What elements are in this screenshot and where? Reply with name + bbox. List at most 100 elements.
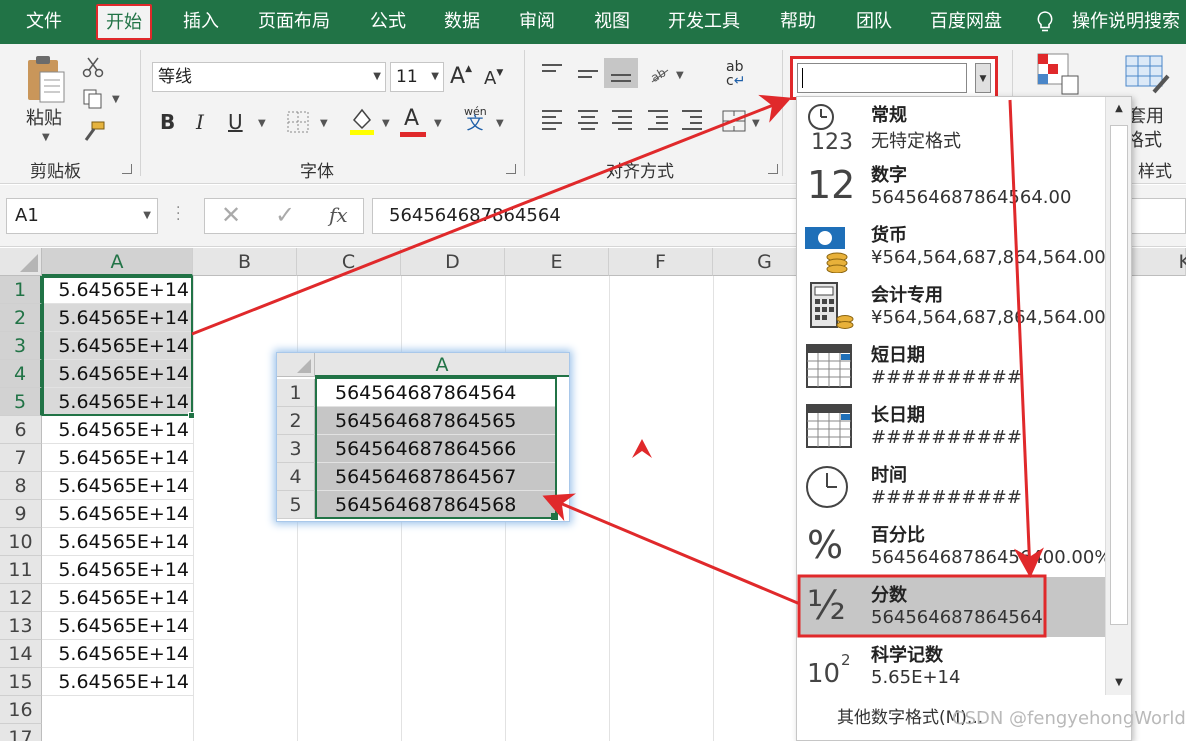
tab-team[interactable]: 团队 bbox=[856, 0, 892, 44]
fill-color-dropdown[interactable]: ▼ bbox=[382, 118, 390, 129]
borders-dropdown[interactable]: ▼ bbox=[320, 118, 328, 129]
cell-a[interactable]: 5.64565E+14 bbox=[42, 612, 193, 640]
insert-function-icon[interactable]: fx bbox=[329, 203, 348, 227]
column-header-a[interactable]: A bbox=[42, 248, 193, 276]
phonetic-dropdown[interactable]: ▼ bbox=[496, 118, 504, 129]
cell-a[interactable]: 5.64565E+14 bbox=[42, 556, 193, 584]
column-header-d[interactable]: D bbox=[401, 248, 505, 276]
column-header-c[interactable]: C bbox=[297, 248, 401, 276]
column-header-e[interactable]: E bbox=[505, 248, 609, 276]
tab-home[interactable]: 开始 bbox=[96, 4, 152, 40]
copy-dropdown[interactable]: ▼ bbox=[112, 94, 120, 105]
tab-file[interactable]: 文件 bbox=[26, 0, 62, 44]
font-name-combo[interactable]: 等线 ▼ bbox=[152, 62, 386, 92]
cell-a[interactable]: 5.64565E+14 bbox=[42, 444, 193, 472]
cell-a[interactable]: 5.64565E+14 bbox=[42, 584, 193, 612]
row-header[interactable]: 4 bbox=[0, 360, 42, 388]
font-launcher-icon[interactable] bbox=[506, 164, 516, 174]
row-header[interactable]: 1 bbox=[0, 276, 42, 304]
format-item[interactable]: ½ 分数 564564687864564 bbox=[799, 577, 1105, 637]
row-header[interactable]: 17 bbox=[0, 724, 42, 741]
underline-dropdown[interactable]: ▼ bbox=[258, 118, 266, 129]
name-box[interactable]: A1 ▼ bbox=[6, 198, 158, 234]
row-header[interactable]: 15 bbox=[0, 668, 42, 696]
tell-me-search[interactable]: 操作说明搜索 bbox=[1072, 0, 1180, 44]
tab-baidu-netdisk[interactable]: 百度网盘 bbox=[930, 0, 1002, 44]
row-header[interactable]: 6 bbox=[0, 416, 42, 444]
column-header-b[interactable]: B bbox=[193, 248, 297, 276]
cell-a[interactable]: 5.64565E+14 bbox=[42, 640, 193, 668]
fill-color-icon[interactable] bbox=[348, 106, 376, 136]
fill-handle[interactable] bbox=[188, 412, 195, 419]
merge-center-icon[interactable] bbox=[722, 110, 746, 132]
font-color-button[interactable]: A bbox=[404, 106, 419, 131]
number-format-combo[interactable]: ▼ bbox=[790, 56, 998, 100]
tab-formulas[interactable]: 公式 bbox=[370, 0, 406, 44]
tab-page-layout[interactable]: 页面布局 bbox=[258, 0, 330, 44]
tab-developer[interactable]: 开发工具 bbox=[668, 0, 740, 44]
enter-icon[interactable]: ✓ bbox=[275, 201, 295, 229]
row-header[interactable]: 5 bbox=[0, 388, 42, 416]
format-item[interactable]: 长日期 ########## bbox=[799, 397, 1105, 457]
cancel-icon[interactable]: ✕ bbox=[221, 201, 241, 229]
phonetic-guide-button[interactable]: wén 文 bbox=[464, 106, 487, 133]
scroll-up-icon[interactable]: ▲ bbox=[1106, 97, 1132, 121]
dropdown-scrollbar[interactable]: ▲ ▼ bbox=[1105, 97, 1131, 695]
shrink-font-button[interactable]: A▼ bbox=[484, 68, 503, 89]
row-header[interactable]: 9 bbox=[0, 500, 42, 528]
font-color-dropdown[interactable]: ▼ bbox=[434, 118, 442, 129]
tab-insert[interactable]: 插入 bbox=[183, 0, 219, 44]
row-header[interactable]: 8 bbox=[0, 472, 42, 500]
format-as-table-label1[interactable]: 套用 bbox=[1128, 102, 1164, 128]
scroll-down-icon[interactable]: ▼ bbox=[1106, 671, 1132, 695]
bottom-align-button[interactable] bbox=[604, 58, 638, 88]
copy-icon[interactable] bbox=[82, 88, 104, 110]
format-item[interactable]: 123 常规 无特定格式 bbox=[799, 97, 1105, 157]
borders-icon[interactable] bbox=[286, 110, 310, 134]
paste-label[interactable]: 粘贴 bbox=[26, 104, 62, 130]
cell-a[interactable]: 5.64565E+14 bbox=[42, 500, 193, 528]
alignment-launcher-icon[interactable] bbox=[768, 164, 778, 174]
row-header[interactable]: 2 bbox=[0, 304, 42, 332]
cell-a[interactable]: 5.64565E+14 bbox=[42, 472, 193, 500]
cell-a[interactable]: 5.64565E+14 bbox=[42, 528, 193, 556]
format-item[interactable]: 12 数字 564564687864564.00 bbox=[799, 157, 1105, 217]
clipboard-launcher-icon[interactable] bbox=[122, 164, 132, 174]
format-item[interactable]: % 百分比 56456468786456400.00% bbox=[799, 517, 1111, 577]
tab-view[interactable]: 视图 bbox=[594, 0, 630, 44]
underline-button[interactable]: U bbox=[228, 110, 243, 134]
bold-button[interactable]: B bbox=[160, 110, 175, 134]
format-item[interactable]: 会计专用 ¥564,564,687,864,564.00 bbox=[799, 277, 1106, 337]
cell-a[interactable]: 5.64565E+14 bbox=[42, 668, 193, 696]
format-item[interactable]: 时间 ########## bbox=[799, 457, 1105, 517]
select-all-button[interactable] bbox=[0, 248, 42, 276]
scroll-thumb[interactable] bbox=[1110, 125, 1128, 625]
chevron-down-icon[interactable]: ▼ bbox=[975, 63, 991, 93]
format-painter-icon[interactable] bbox=[82, 120, 106, 142]
number-format-input[interactable] bbox=[797, 63, 967, 93]
format-as-table-icon[interactable] bbox=[1124, 54, 1172, 96]
paste-dropdown[interactable]: ▼ bbox=[42, 132, 50, 143]
font-size-combo[interactable]: 11 ▼ bbox=[390, 62, 444, 92]
grow-font-button[interactable]: A▲ bbox=[450, 64, 472, 89]
row-header[interactable]: 11 bbox=[0, 556, 42, 584]
italic-button[interactable]: I bbox=[196, 110, 204, 134]
wrap-text-icon[interactable]: ab c↵ bbox=[726, 60, 745, 88]
format-item[interactable]: 10 2 科学记数 5.65E+14 bbox=[799, 637, 1105, 697]
merge-dropdown[interactable]: ▼ bbox=[752, 118, 760, 129]
paste-icon[interactable] bbox=[24, 54, 68, 104]
tab-help[interactable]: 帮助 bbox=[780, 0, 816, 44]
lightbulb-icon[interactable] bbox=[1036, 10, 1054, 34]
row-header[interactable]: 13 bbox=[0, 612, 42, 640]
row-header[interactable]: 12 bbox=[0, 584, 42, 612]
column-header-f[interactable]: F bbox=[609, 248, 713, 276]
row-header[interactable]: 14 bbox=[0, 640, 42, 668]
row-header[interactable]: 10 bbox=[0, 528, 42, 556]
orientation-icon[interactable]: ab bbox=[648, 62, 672, 84]
format-item[interactable]: 短日期 ########## bbox=[799, 337, 1105, 397]
format-item[interactable]: 货币 ¥564,564,687,864,564.00 bbox=[799, 217, 1106, 277]
conditional-format-icon[interactable] bbox=[1036, 52, 1080, 96]
row-header[interactable]: 7 bbox=[0, 444, 42, 472]
splitter-dots-icon[interactable]: · · · bbox=[176, 201, 180, 227]
cell-a[interactable]: 5.64565E+14 bbox=[42, 416, 193, 444]
